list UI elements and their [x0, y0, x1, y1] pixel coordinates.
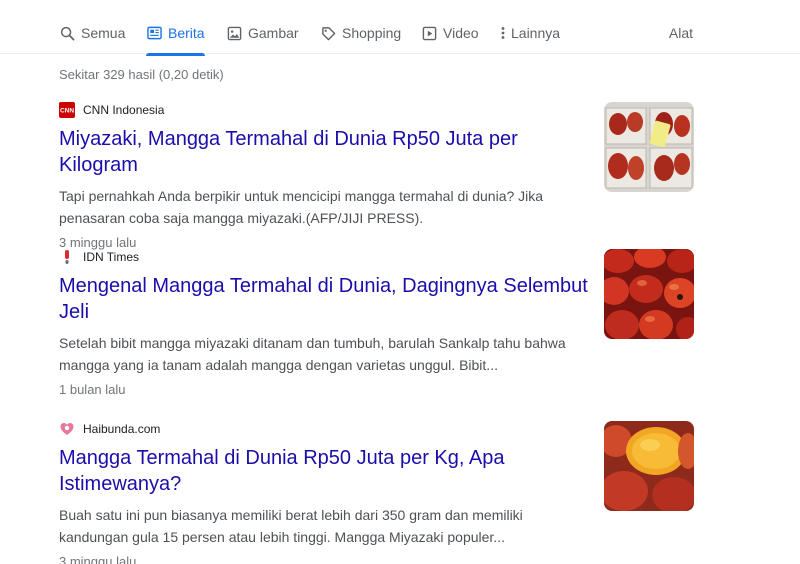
result-source[interactable]: IDN Times [59, 249, 699, 265]
result-time: 3 minggu lalu [59, 554, 137, 564]
tab-label: Semua [81, 25, 126, 41]
image-icon [226, 25, 242, 41]
tab-shopping[interactable]: Shopping [320, 22, 401, 44]
result-title-link[interactable]: Mengenal Mangga Termahal di Dunia, Dagin… [59, 273, 599, 325]
source-name: CNN Indonesia [83, 103, 165, 117]
result-title-link[interactable]: Mangga Termahal di Dunia Rp50 Juta per K… [59, 445, 599, 497]
result-source[interactable]: Haibunda.com [59, 421, 699, 437]
red-mangoes-thumbnail[interactable] [604, 249, 694, 339]
tab-semua[interactable]: Semua [59, 22, 125, 44]
news-result: IDN Times Mengenal Mangga Termahal di Du… [59, 249, 699, 397]
result-snippet: Buah satu ini pun biasanya memiliki bera… [59, 507, 523, 545]
result-time: 1 bulan lalu [59, 382, 126, 397]
tab-berita[interactable]: Berita [146, 22, 205, 56]
idn-times-logo-icon [59, 249, 75, 265]
search-icon [59, 25, 75, 41]
source-name: Haibunda.com [83, 422, 161, 436]
search-tabs-bar: Semua Berita Gambar Shopping Video Lainn… [0, 0, 800, 56]
haibunda-logo-icon [59, 421, 75, 437]
news-result: CNN CNN Indonesia Miyazaki, Mangga Terma… [59, 102, 699, 250]
news-icon [146, 25, 162, 41]
tab-video[interactable]: Video [421, 22, 479, 44]
result-title-link[interactable]: Miyazaki, Mangga Termahal di Dunia Rp50 … [59, 126, 599, 178]
cnn-logo-icon: CNN [59, 102, 75, 118]
news-result: Haibunda.com Mangga Termahal di Dunia Rp… [59, 421, 699, 564]
tools-button[interactable]: Alat [669, 22, 693, 44]
result-stats: Sekitar 329 hasil (0,20 detik) [59, 67, 224, 82]
tab-label: Lainnya [511, 25, 561, 41]
play-icon [421, 25, 437, 41]
source-name: IDN Times [83, 250, 140, 264]
tab-label: Gambar [248, 25, 299, 41]
mango-boxes-thumbnail[interactable] [604, 102, 694, 192]
svg-text:CNN: CNN [60, 108, 74, 115]
more-vert-icon [499, 25, 507, 41]
cut-mango-thumbnail[interactable] [604, 421, 694, 511]
tab-label: Berita [168, 25, 205, 41]
result-snippet: Setelah bibit mangga miyazaki ditanam da… [59, 335, 566, 373]
tab-lainnya[interactable]: Lainnya [499, 22, 560, 44]
result-source[interactable]: CNN CNN Indonesia [59, 102, 699, 118]
tab-label: Shopping [342, 25, 402, 41]
tab-label: Video [443, 25, 479, 41]
tag-icon [320, 25, 336, 41]
tab-gambar[interactable]: Gambar [226, 22, 299, 44]
result-time: 3 minggu lalu [59, 235, 137, 250]
result-snippet: Tapi pernahkah Anda berpikir untuk menci… [59, 188, 544, 226]
